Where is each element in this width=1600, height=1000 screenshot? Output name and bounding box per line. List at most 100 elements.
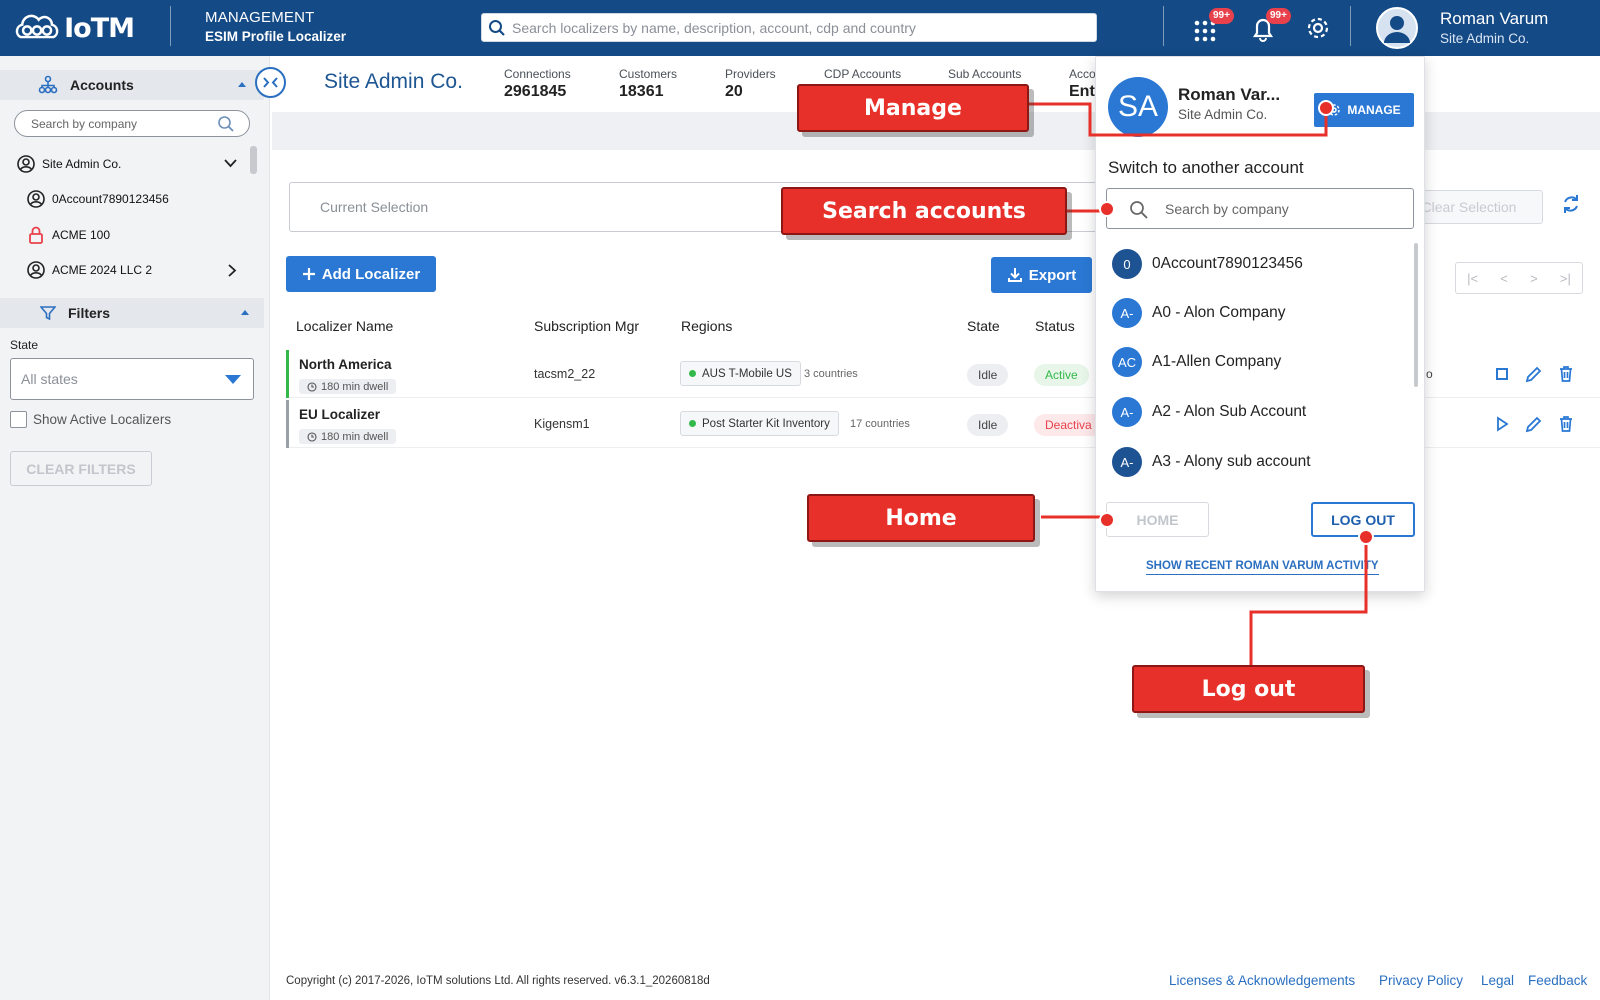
state-select[interactable]: All states xyxy=(10,358,254,400)
column-header[interactable]: Status xyxy=(1035,318,1075,334)
copyright-text: Copyright (c) 2017-2026, IoTM solutions … xyxy=(286,975,710,987)
play-icon[interactable] xyxy=(1492,414,1512,434)
active-indicator xyxy=(286,350,289,398)
chevron-down-icon[interactable] xyxy=(224,159,237,168)
edit-pencil-icon[interactable] xyxy=(1524,414,1544,434)
user-name[interactable]: Roman Varum xyxy=(1440,9,1548,29)
clear-filters-button[interactable]: CLEAR FILTERS xyxy=(10,451,152,486)
user-avatar[interactable] xyxy=(1376,7,1418,49)
column-header[interactable]: Regions xyxy=(681,318,732,334)
accounts-section-header[interactable]: Accounts xyxy=(0,70,264,100)
account-label: A0 - Alon Company xyxy=(1152,304,1286,321)
show-active-filter[interactable]: Show Active Localizers xyxy=(10,411,171,428)
countries-count: 17 countries xyxy=(850,418,910,430)
chevron-right-icon[interactable] xyxy=(228,264,237,277)
state-select-value: All states xyxy=(21,371,78,387)
manage-button[interactable]: MANAGE xyxy=(1314,93,1414,127)
column-header[interactable]: Localizer Name xyxy=(296,318,393,334)
account-badge: 0 xyxy=(1112,249,1142,279)
refresh-icon[interactable] xyxy=(1560,193,1582,215)
edit-pencil-icon[interactable] xyxy=(1524,364,1544,384)
account-circle-icon xyxy=(27,190,45,208)
apps-grid-button[interactable]: 99+ xyxy=(1193,8,1234,43)
popup-scrollbar[interactable] xyxy=(1414,243,1418,387)
region-chip[interactable]: Post Starter Kit Inventory xyxy=(680,411,839,436)
sidebar-account-acme-2024[interactable]: ACME 2024 LLC 2 xyxy=(26,258,262,282)
trash-icon[interactable] xyxy=(1556,364,1576,384)
status-dot xyxy=(689,370,696,377)
filters-section-header[interactable]: Filters xyxy=(0,298,264,328)
feedback-link[interactable]: Feedback xyxy=(1528,973,1587,988)
legal-link[interactable]: Legal xyxy=(1481,973,1514,988)
sidebar-account-0account[interactable]: 0Account7890123456 xyxy=(26,187,262,211)
account-badge: A- xyxy=(1112,447,1142,477)
logout-button[interactable]: LOG OUT xyxy=(1311,502,1415,537)
top-bar: IoTM MANAGEMENT ESIM Profile Localizer 9… xyxy=(0,0,1600,56)
home-button[interactable]: HOME xyxy=(1106,502,1209,537)
column-header[interactable]: Subscription Mgr xyxy=(534,318,639,334)
global-search[interactable] xyxy=(481,13,1097,42)
stat-cdp-accounts: CDP Accounts xyxy=(824,67,901,83)
account-badge: A- xyxy=(1112,397,1142,427)
account-label: A2 - Alon Sub Account xyxy=(1152,403,1307,420)
privacy-policy-link[interactable]: Privacy Policy xyxy=(1379,973,1463,988)
app-section: MANAGEMENT ESIM Profile Localizer xyxy=(205,9,346,44)
status-pill: Active xyxy=(1034,364,1089,386)
global-search-input[interactable] xyxy=(512,14,1092,41)
iotm-logo[interactable]: IoTM xyxy=(14,8,135,48)
prev-page-icon[interactable]: < xyxy=(1500,271,1508,286)
sidebar-search-input[interactable] xyxy=(31,114,211,134)
sidebar-account-acme-100[interactable]: ACME 100 xyxy=(26,223,262,247)
region-chip[interactable]: AUS T-Mobile US xyxy=(680,361,801,386)
caret-up-icon[interactable] xyxy=(238,81,246,87)
first-page-icon[interactable]: |< xyxy=(1467,271,1478,286)
last-page-icon[interactable]: >| xyxy=(1560,271,1571,286)
popup-search[interactable] xyxy=(1106,188,1414,229)
popup-search-input[interactable] xyxy=(1165,198,1395,220)
switch-account-item[interactable]: A- A2 - Alon Sub Account xyxy=(1112,395,1402,429)
divider xyxy=(170,6,171,46)
stat-label: Acco xyxy=(1069,67,1096,81)
search-icon xyxy=(1130,201,1148,219)
truncated-cell: o xyxy=(1426,367,1433,381)
switch-account-label: Switch to another account xyxy=(1108,158,1304,177)
sidebar-search[interactable] xyxy=(14,110,250,137)
callout-manage: Manage xyxy=(797,84,1029,132)
licenses-link[interactable]: Licenses & Acknowledgements xyxy=(1169,973,1355,988)
clock-icon xyxy=(307,431,317,442)
switch-account-item[interactable]: AC A1-Allen Company xyxy=(1112,345,1402,379)
show-active-checkbox[interactable] xyxy=(10,411,27,428)
export-button[interactable]: Export xyxy=(991,257,1092,293)
sidebar-account-site-admin[interactable]: Site Admin Co. xyxy=(16,152,252,176)
stat-accounts: Acco Ent xyxy=(1069,67,1096,101)
switch-account-item[interactable]: 0 0Account7890123456 xyxy=(1112,247,1402,281)
add-localizer-button[interactable]: Add Localizer xyxy=(286,256,436,292)
show-active-label: Show Active Localizers xyxy=(33,412,172,427)
cloud-logo-icon xyxy=(15,14,59,39)
stop-icon[interactable] xyxy=(1492,364,1512,384)
stat-value: Ent xyxy=(1069,83,1095,100)
switch-account-item[interactable]: A- A3 - Alony sub account xyxy=(1112,445,1402,479)
account-label: 0Account7890123456 xyxy=(1152,255,1303,272)
next-page-icon[interactable]: > xyxy=(1530,271,1538,286)
notifications-button[interactable]: 99+ xyxy=(1250,8,1291,43)
caret-up-icon[interactable] xyxy=(241,309,249,315)
filters-label: Filters xyxy=(68,305,111,321)
popup-user-company: Site Admin Co. xyxy=(1178,107,1268,122)
state-label: State xyxy=(10,338,39,352)
collapse-sidebar-button[interactable] xyxy=(255,67,286,98)
search-icon xyxy=(218,116,234,132)
column-header[interactable]: State xyxy=(967,318,1000,334)
account-badge: AC xyxy=(1112,347,1142,377)
sidebar-scrollbar[interactable] xyxy=(250,146,257,174)
section-label: MANAGEMENT xyxy=(205,9,315,26)
stat-customers: Customers 18361 xyxy=(619,67,677,101)
status-dot xyxy=(689,420,696,427)
divider xyxy=(1350,6,1351,46)
trash-icon[interactable] xyxy=(1556,414,1576,434)
plus-icon xyxy=(302,268,315,280)
recent-activity-link[interactable]: SHOW RECENT ROMAN VARUM ACTIVITY xyxy=(1146,560,1379,575)
switch-account-item[interactable]: A- A0 - Alon Company xyxy=(1112,296,1402,330)
settings-button[interactable] xyxy=(1304,13,1334,43)
user-icon xyxy=(1384,16,1410,43)
